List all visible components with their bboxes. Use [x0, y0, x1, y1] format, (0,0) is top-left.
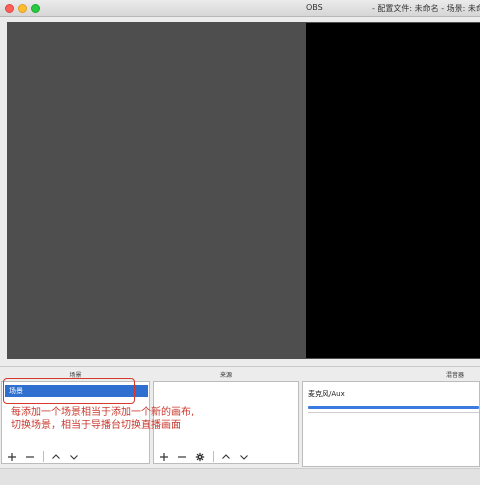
- scenes-toolbar: [5, 449, 85, 464]
- toolbar-divider: [43, 451, 44, 462]
- annotation-highlight-box: [3, 378, 135, 404]
- mixer-panel-header: 混音器: [445, 372, 464, 379]
- chevron-down-icon[interactable]: [67, 450, 81, 464]
- window-title: OBS: [306, 3, 323, 12]
- gear-icon[interactable]: [193, 450, 207, 464]
- annotation-text: 每添加一个场景相当于添加一个新的画布, 切换场景，相当于导播台切换直播画面: [11, 406, 241, 432]
- preview-canvas[interactable]: [306, 23, 480, 358]
- close-window-button[interactable]: [5, 4, 14, 13]
- plus-icon[interactable]: [5, 450, 19, 464]
- volume-slider[interactable]: [308, 412, 479, 413]
- chevron-up-icon[interactable]: [49, 450, 63, 464]
- status-bar: [0, 468, 480, 485]
- chevron-down-icon[interactable]: [237, 450, 251, 464]
- volume-meter: [308, 406, 479, 409]
- minimize-window-button[interactable]: [18, 4, 27, 13]
- plus-icon[interactable]: [157, 450, 171, 464]
- chevron-up-icon[interactable]: [219, 450, 233, 464]
- maximize-window-button[interactable]: [31, 4, 40, 13]
- sources-toolbar: [157, 449, 255, 464]
- annotation-line-1: 每添加一个场景相当于添加一个新的画布,: [11, 407, 195, 418]
- sources-panel-header: 来源: [219, 372, 232, 379]
- minus-icon[interactable]: [23, 450, 37, 464]
- audio-mixer: 麦克风/Aux: [302, 381, 480, 467]
- toolbar-divider: [213, 451, 214, 462]
- title-bar: OBS - 配置文件: 未命名 - 场景: 未命: [0, 0, 480, 17]
- annotation-line-2: 切换场景，相当于导播台切换直播画面: [11, 420, 181, 431]
- mixer-channel-label: 麦克风/Aux: [308, 390, 345, 398]
- window-title-detail: - 配置文件: 未命名 - 场景: 未命: [372, 4, 480, 13]
- minus-icon[interactable]: [175, 450, 189, 464]
